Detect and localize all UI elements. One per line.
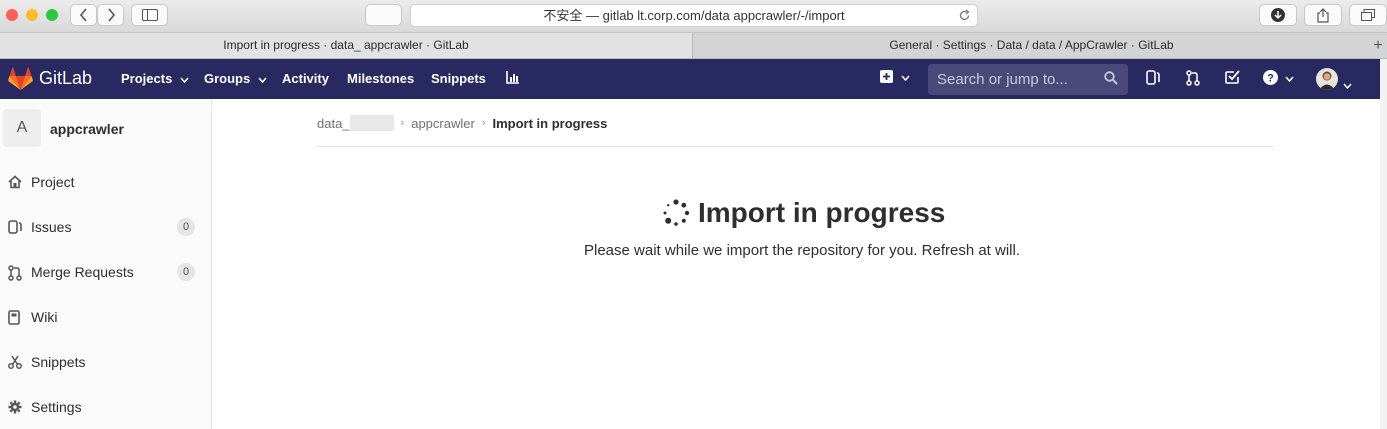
tab-import-in-progress[interactable]: Import in progress · data_ appcrawler · … [0, 33, 692, 58]
tab-title: Import in progress · data_ appcrawler · … [223, 38, 469, 52]
todo-check-icon [1225, 70, 1240, 84]
sidebar-item-project[interactable]: Project [0, 173, 211, 193]
new-tab-button[interactable]: + [1369, 33, 1387, 58]
search-placeholder: Search or jump to... [937, 71, 1068, 88]
nav-snippets[interactable]: Snippets [431, 71, 486, 86]
sidebar-item-label: Snippets [31, 354, 86, 370]
browser-toolbar: 不安全 — gitlab lt.corp.com/data appcrawler… [0, 0, 1387, 33]
chevron-down-icon [1343, 83, 1352, 90]
breadcrumb-current[interactable]: Import in progress [492, 116, 607, 131]
help-dropdown[interactable]: ? [1263, 70, 1295, 90]
back-button[interactable] [70, 4, 97, 26]
sidebar-item-issues[interactable]: Issues 0 [0, 218, 211, 238]
chevron-down-icon [180, 77, 189, 84]
tab-overview-button[interactable] [1349, 4, 1387, 26]
sidebar-toggle-button[interactable] [131, 4, 168, 26]
download-icon [1271, 8, 1285, 22]
redacted-region [349, 115, 394, 131]
brand-name: GitLab [39, 68, 93, 88]
new-dropdown[interactable] [880, 70, 911, 88]
chevron-right-icon [107, 8, 115, 22]
tab-title: General · Settings · Data / data / AppCr… [889, 38, 1174, 52]
gear-icon [8, 400, 22, 414]
project-avatar[interactable]: A [3, 109, 41, 147]
url-bar[interactable]: 不安全 — gitlab lt.corp.com/data appcrawler… [410, 4, 978, 27]
gitlab-logo[interactable]: GitLab [8, 67, 92, 90]
nav-projects[interactable]: Projects [121, 71, 189, 86]
book-icon [8, 310, 20, 325]
forward-button[interactable] [97, 4, 124, 26]
todos-nav-button[interactable] [1225, 70, 1240, 90]
merge-request-icon [8, 265, 22, 281]
svg-text:?: ? [1267, 73, 1274, 85]
issues-icon [8, 220, 22, 234]
project-name[interactable]: appcrawler [50, 121, 124, 137]
reload-icon[interactable] [958, 5, 971, 28]
nav-groups[interactable]: Groups [204, 71, 267, 86]
share-icon [1317, 7, 1329, 23]
chevron-right-icon: › [481, 117, 486, 129]
gitlab-tanuki-icon [8, 67, 33, 90]
gitlab-navbar: GitLab Projects Groups Activity Mileston… [0, 59, 1380, 99]
chevron-down-icon [258, 77, 267, 84]
sidebar-item-label: Settings [31, 399, 82, 415]
sidebar-item-label: Project [31, 174, 75, 190]
sidebar-item-wiki[interactable]: Wiki [0, 308, 211, 328]
chevron-left-icon [79, 8, 87, 22]
reader-button[interactable] [365, 4, 402, 26]
chevron-down-icon [1285, 76, 1295, 83]
nav-milestones[interactable]: Milestones [347, 71, 414, 86]
close-window-button[interactable] [6, 9, 18, 21]
issues-count-badge: 0 [177, 218, 195, 236]
home-icon [8, 175, 22, 189]
nav-projects-label: Projects [121, 71, 173, 86]
divider [317, 146, 1274, 147]
sidebar-item-merge-requests[interactable]: Merge Requests 0 [0, 263, 211, 283]
chart-icon [506, 71, 519, 84]
search-input[interactable]: Search or jump to... [928, 64, 1128, 95]
nav-groups-label: Groups [204, 71, 251, 86]
share-button[interactable] [1304, 4, 1342, 26]
nav-analytics[interactable] [506, 70, 520, 87]
merge-requests-nav-button[interactable] [1186, 70, 1200, 91]
url-text: 不安全 — gitlab lt.corp.com/data appcrawler… [543, 8, 845, 23]
breadcrumb: data_ › appcrawler › Import in progress [317, 115, 607, 131]
sidebar-item-snippets[interactable]: Snippets [0, 353, 211, 373]
tabs-icon [1361, 9, 1375, 21]
scissors-icon [8, 355, 22, 369]
page-scrollbar[interactable] [1380, 59, 1387, 429]
nav-activity[interactable]: Activity [282, 71, 329, 86]
sidebar-item-label: Wiki [31, 309, 58, 325]
chevron-down-icon [901, 75, 911, 82]
import-status-message: Please wait while we import the reposito… [584, 242, 1021, 259]
minimize-window-button[interactable] [26, 9, 38, 21]
breadcrumb-group[interactable]: data_ [317, 116, 350, 131]
chevron-right-icon: › [400, 117, 405, 129]
sidebar-item-label: Merge Requests [31, 264, 134, 280]
user-avatar[interactable] [1316, 68, 1338, 90]
user-photo-icon [1319, 71, 1335, 90]
sidebar-icon [141, 9, 158, 21]
sidebar-item-label: Issues [31, 219, 72, 235]
breadcrumb-project[interactable]: appcrawler [411, 116, 475, 131]
issues-icon [1146, 70, 1160, 85]
question-icon: ? [1263, 70, 1278, 85]
import-status-heading: Import in progress [662, 197, 945, 229]
project-sidebar: A appcrawler Project Issues 0 Merge Requ… [0, 99, 212, 429]
merge-requests-count-badge: 0 [177, 263, 195, 281]
spinner-icon [663, 199, 690, 226]
user-menu-chevron[interactable] [1343, 76, 1352, 94]
zoom-window-button[interactable] [46, 9, 58, 21]
page-title: Import in progress [698, 197, 946, 228]
search-icon [1104, 71, 1118, 85]
browser-tab-bar: Import in progress · data_ appcrawler · … [0, 33, 1387, 59]
issues-nav-button[interactable] [1146, 70, 1160, 90]
merge-request-icon [1186, 70, 1200, 86]
downloads-button[interactable] [1259, 4, 1297, 26]
plus-square-icon [880, 70, 893, 83]
tab-settings[interactable]: General · Settings · Data / data / AppCr… [692, 33, 1370, 58]
sidebar-item-settings[interactable]: Settings [0, 398, 211, 418]
